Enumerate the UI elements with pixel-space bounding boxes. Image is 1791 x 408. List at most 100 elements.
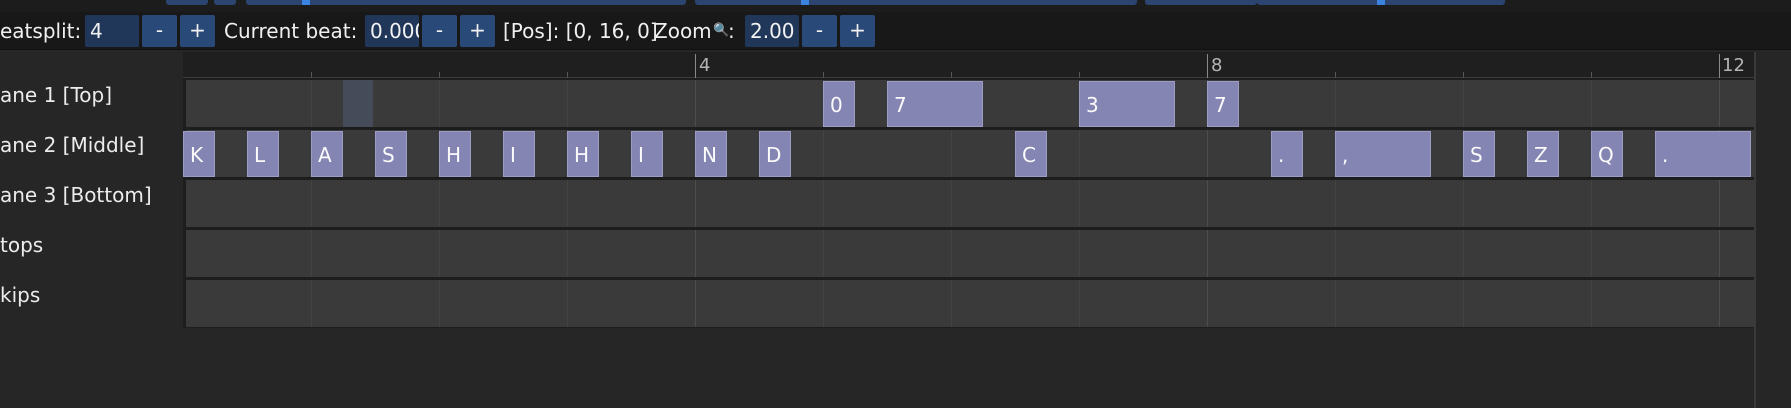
grid-line — [823, 180, 824, 227]
grid-line — [1591, 80, 1592, 127]
grid-line — [1719, 180, 1720, 227]
top-slider-1[interactable] — [166, 0, 208, 5]
top-slider-6[interactable] — [1257, 0, 1505, 5]
grid-line — [1591, 180, 1592, 227]
grid-line — [1719, 280, 1720, 327]
grid-line — [1079, 280, 1080, 327]
current-beat-increment-button[interactable]: + — [460, 15, 495, 47]
grid-line — [311, 280, 312, 327]
ruler-tick-8 — [1207, 54, 1208, 78]
grid-line — [567, 80, 568, 127]
grid-line — [951, 280, 952, 327]
top-scroll-strip — [0, 0, 1791, 12]
note-lane2[interactable]: H — [439, 131, 471, 177]
beatsplit-input[interactable]: 4 — [85, 15, 139, 47]
grid-line — [951, 180, 952, 227]
grid-line — [695, 80, 696, 127]
ruler-sub-tick — [1591, 72, 1592, 78]
editor-toolbar: eatsplit: 4 - + Current beat: 0.000 - + … — [0, 12, 1791, 50]
note-lane2[interactable]: . — [1655, 131, 1751, 177]
hover-cell — [343, 80, 373, 127]
grid-line — [1335, 280, 1336, 327]
grid-line — [1335, 230, 1336, 277]
grid-line — [439, 180, 440, 227]
note-lane2[interactable]: I — [631, 131, 663, 177]
ruler-sub-tick — [567, 72, 568, 78]
grid-line — [311, 80, 312, 127]
lane-row-3[interactable] — [186, 180, 1754, 227]
lane-row-stops[interactable] — [186, 230, 1754, 277]
note-lane2[interactable]: I — [503, 131, 535, 177]
grid-line — [823, 130, 824, 177]
lane-label-1: ane 1 [Top] — [0, 83, 113, 107]
lane-label-stops: tops — [0, 233, 44, 257]
note-lane2[interactable]: Z — [1527, 131, 1559, 177]
current-beat-input[interactable]: 0.000 — [365, 15, 419, 47]
note-lane1[interactable]: 3 — [1079, 81, 1175, 127]
grid-line — [1207, 230, 1208, 277]
grid-line — [567, 230, 568, 277]
grid-line — [1079, 230, 1080, 277]
grid-line — [1719, 80, 1720, 127]
note-lane2[interactable]: D — [759, 131, 791, 177]
beatsplit-label: eatsplit: — [0, 19, 82, 43]
grid-line — [1079, 180, 1080, 227]
current-beat-decrement-button[interactable]: - — [422, 15, 457, 47]
ruler-sub-tick — [951, 72, 952, 78]
lane-row-2[interactable] — [186, 130, 1754, 177]
note-lane2[interactable]: , — [1335, 131, 1431, 177]
top-slider-4[interactable] — [695, 0, 1137, 5]
top-slider-5[interactable] — [1145, 0, 1257, 5]
grid-line — [1335, 180, 1336, 227]
note-lane1[interactable]: 7 — [887, 81, 983, 127]
grid-line — [439, 80, 440, 127]
ruler-sub-tick — [1463, 72, 1464, 78]
note-lane2[interactable]: N — [695, 131, 727, 177]
grid-line — [1207, 180, 1208, 227]
note-lane2[interactable]: C — [1015, 131, 1047, 177]
grid-line — [1207, 130, 1208, 177]
note-lane2[interactable]: Q — [1591, 131, 1623, 177]
zoom-input[interactable]: 2.00 — [745, 15, 799, 47]
note-lane1[interactable]: 7 — [1207, 81, 1239, 127]
vertical-divider — [1754, 52, 1756, 408]
note-lane2[interactable]: . — [1271, 131, 1303, 177]
note-lane2[interactable]: S — [375, 131, 407, 177]
grid-line — [823, 280, 824, 327]
zoom-increment-button[interactable]: + — [840, 15, 875, 47]
zoom-icon: 🔍 — [713, 23, 730, 38]
ruler-label-4: 4 — [699, 55, 711, 76]
grid-line — [695, 230, 696, 277]
note-lane2[interactable]: A — [311, 131, 343, 177]
zoom-decrement-button[interactable]: - — [802, 15, 837, 47]
beatsplit-increment-button[interactable]: + — [180, 15, 215, 47]
note-lane2[interactable]: H — [567, 131, 599, 177]
grid-line — [439, 230, 440, 277]
grid-line — [567, 280, 568, 327]
note-lane2[interactable]: S — [1463, 131, 1495, 177]
note-lane2[interactable]: K — [183, 131, 215, 177]
zoom-label: Zoom — [654, 19, 712, 43]
grid-line — [951, 130, 952, 177]
lane-label-skips: kips — [0, 283, 41, 307]
grid-line — [1463, 180, 1464, 227]
position-readout: [Pos]: [0, 16, 0] — [503, 19, 658, 43]
ruler-sub-tick — [1079, 72, 1080, 78]
ruler-label-12: 12 — [1722, 55, 1745, 76]
grid-line — [311, 230, 312, 277]
note-lane2[interactable]: L — [247, 131, 279, 177]
note-lane1[interactable]: 0 — [823, 81, 855, 127]
top-slider-3[interactable] — [246, 0, 686, 5]
ruler-tick-4 — [695, 54, 696, 78]
beat-ruler[interactable]: 4 8 12 — [183, 52, 1754, 78]
grid-line — [1463, 230, 1464, 277]
grid-line — [1335, 80, 1336, 127]
grid-line — [1463, 80, 1464, 127]
zoom-colon: : — [728, 19, 735, 43]
top-slider-2[interactable] — [214, 0, 236, 5]
beatsplit-decrement-button[interactable]: - — [142, 15, 177, 47]
grid-line — [1591, 230, 1592, 277]
lane-label-2: ane 2 [Middle] — [0, 133, 145, 157]
lane-row-skips[interactable] — [186, 280, 1754, 327]
ruler-sub-tick — [439, 72, 440, 78]
